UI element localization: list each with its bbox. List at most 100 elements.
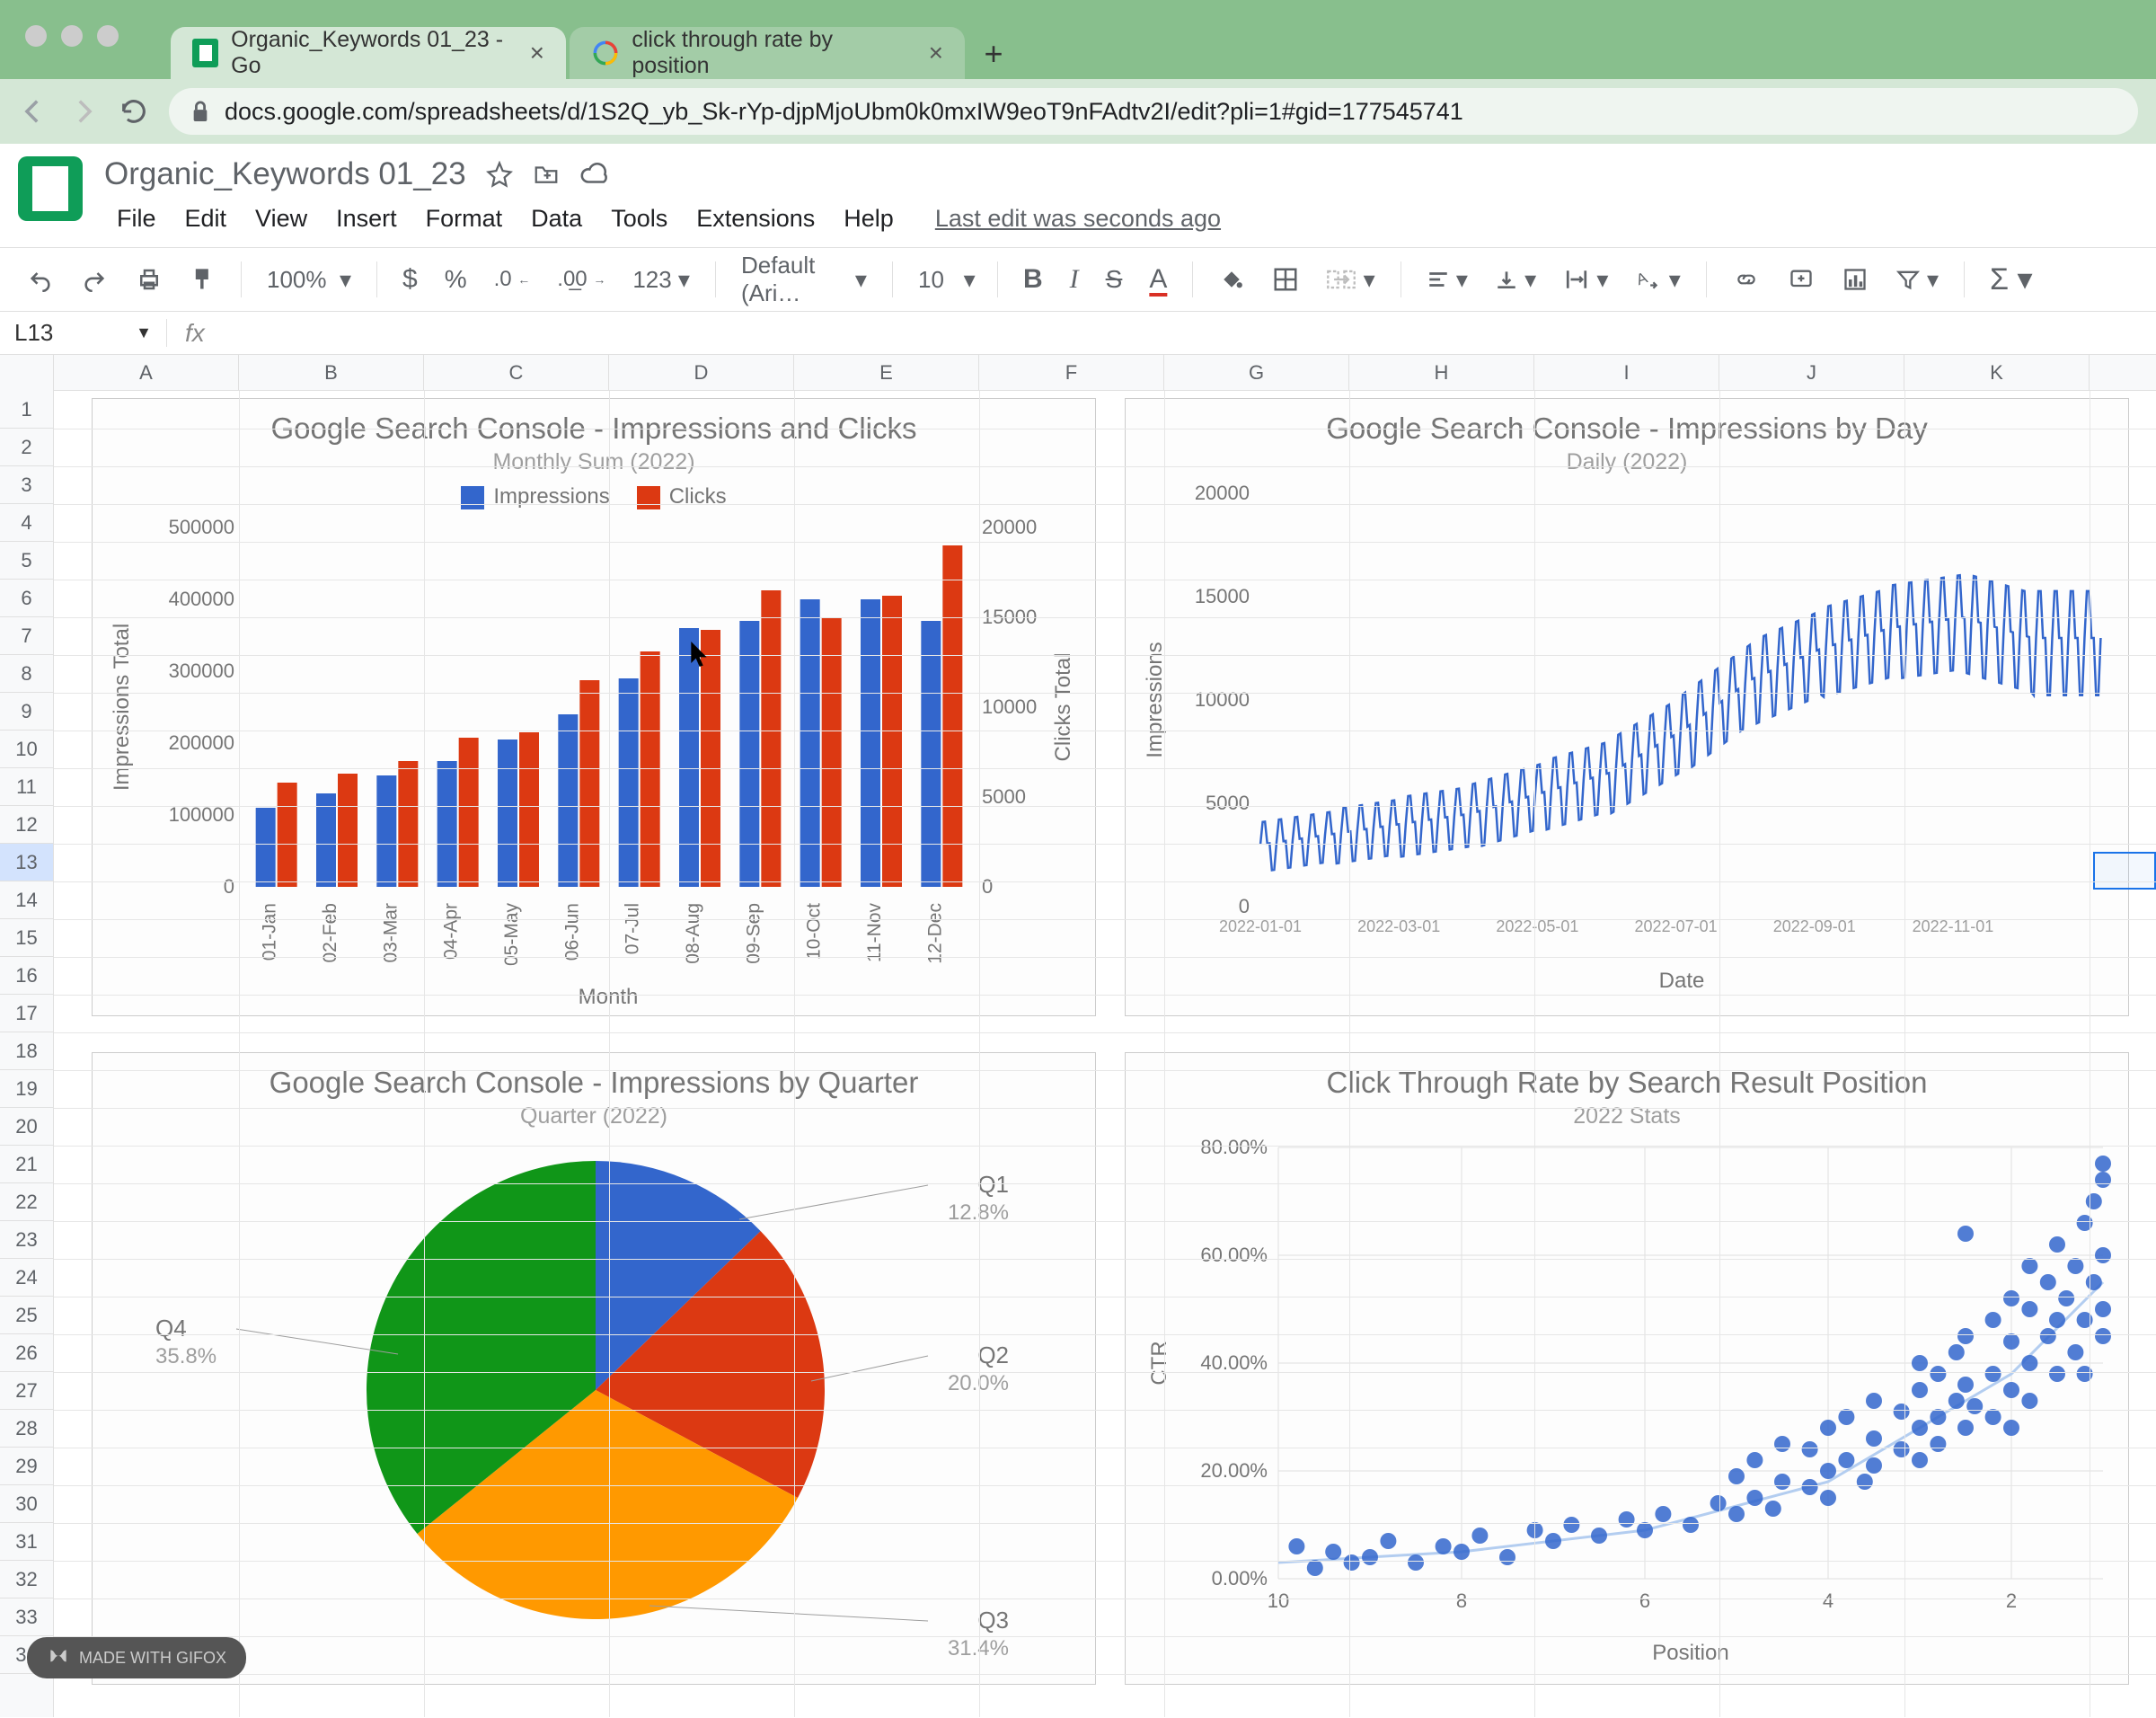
row-header[interactable]: 3 xyxy=(0,466,53,504)
print-button[interactable] xyxy=(126,259,172,300)
increase-decimal-button[interactable]: .0̲0 → xyxy=(548,260,614,299)
text-wrap-button[interactable]: ▾ xyxy=(1554,259,1617,301)
col-header-F[interactable]: F xyxy=(979,355,1164,390)
font-size-dropdown[interactable]: 10 ▾ xyxy=(909,259,981,301)
forward-button[interactable] xyxy=(68,96,99,127)
document-title[interactable]: Organic_Keywords 01_23 xyxy=(104,156,466,192)
menu-insert[interactable]: Insert xyxy=(323,199,410,238)
italic-button[interactable]: I xyxy=(1061,257,1088,302)
address-bar[interactable]: docs.google.com/spreadsheets/d/1S2Q_yb_S… xyxy=(169,88,2138,135)
row-header[interactable]: 31 xyxy=(0,1523,53,1561)
col-header-E[interactable]: E xyxy=(794,355,979,390)
menu-tools[interactable]: Tools xyxy=(598,199,680,238)
row-header[interactable]: 15 xyxy=(0,919,53,957)
redo-button[interactable] xyxy=(72,260,117,299)
close-tab-icon[interactable]: × xyxy=(530,39,544,67)
row-header[interactable]: 9 xyxy=(0,693,53,731)
col-header-K[interactable]: K xyxy=(1904,355,2090,390)
menu-edit[interactable]: Edit xyxy=(172,199,240,238)
chart-ctr-position[interactable]: Click Through Rate by Search Result Posi… xyxy=(1125,1052,2129,1685)
col-header-H[interactable]: H xyxy=(1349,355,1534,390)
back-button[interactable] xyxy=(18,96,49,127)
row-header[interactable]: 24 xyxy=(0,1259,53,1297)
text-rotation-button[interactable]: A ▾ xyxy=(1626,259,1689,301)
col-header-B[interactable]: B xyxy=(239,355,424,390)
new-tab-button[interactable]: + xyxy=(968,29,1019,79)
close-tab-icon[interactable]: × xyxy=(929,39,943,67)
row-header[interactable]: 6 xyxy=(0,580,53,617)
row-header[interactable]: 12 xyxy=(0,806,53,844)
minimize-window-icon[interactable] xyxy=(61,25,83,47)
row-header[interactable]: 33 xyxy=(0,1598,53,1636)
col-header-J[interactable]: J xyxy=(1719,355,1904,390)
merge-cells-button[interactable]: ▾ xyxy=(1317,259,1383,301)
row-header[interactable]: 28 xyxy=(0,1410,53,1448)
zoom-dropdown[interactable]: 100% ▾ xyxy=(258,259,360,301)
row-header[interactable]: 7 xyxy=(0,617,53,655)
chart-impressions-daily[interactable]: Google Search Console - Impressions by D… xyxy=(1125,398,2129,1016)
row-header[interactable]: 8 xyxy=(0,655,53,693)
filter-button[interactable]: ▾ xyxy=(1886,259,1948,301)
grid-body[interactable]: Google Search Console - Impressions and … xyxy=(54,391,2156,1717)
last-edit-link[interactable]: Last edit was seconds ago xyxy=(923,199,1233,238)
insert-chart-button[interactable] xyxy=(1833,260,1878,299)
row-header[interactable]: 30 xyxy=(0,1485,53,1523)
sheets-logo-icon[interactable] xyxy=(18,156,83,221)
menu-help[interactable]: Help xyxy=(831,199,906,238)
menu-file[interactable]: File xyxy=(104,199,169,238)
strikethrough-button[interactable]: S xyxy=(1097,258,1132,301)
row-header[interactable]: 10 xyxy=(0,731,53,768)
row-header[interactable]: 13 xyxy=(0,844,53,881)
row-header[interactable]: 22 xyxy=(0,1183,53,1221)
bold-button[interactable]: B xyxy=(1014,257,1052,302)
browser-tab-inactive[interactable]: click through rate by position × xyxy=(570,27,965,79)
paint-format-button[interactable] xyxy=(181,259,225,300)
close-window-icon[interactable] xyxy=(25,25,47,47)
vertical-align-button[interactable]: ▾ xyxy=(1486,259,1545,301)
maximize-window-icon[interactable] xyxy=(97,25,119,47)
menu-extensions[interactable]: Extensions xyxy=(684,199,827,238)
row-header[interactable]: 19 xyxy=(0,1070,53,1108)
insert-link-button[interactable] xyxy=(1723,261,1770,298)
reload-button[interactable] xyxy=(119,96,149,127)
name-box[interactable]: L13▼ xyxy=(0,319,167,347)
row-header[interactable]: 32 xyxy=(0,1561,53,1598)
functions-button[interactable]: Σ ▾ xyxy=(1981,254,2042,305)
row-header[interactable]: 27 xyxy=(0,1372,53,1410)
cloud-status-icon[interactable] xyxy=(579,161,610,188)
chart-impressions-clicks[interactable]: Google Search Console - Impressions and … xyxy=(92,398,1096,1016)
row-header[interactable]: 25 xyxy=(0,1297,53,1334)
row-header[interactable]: 17 xyxy=(0,995,53,1032)
browser-tab-active[interactable]: Organic_Keywords 01_23 - Go × xyxy=(171,27,566,79)
col-header-I[interactable]: I xyxy=(1534,355,1719,390)
horizontal-align-button[interactable]: ▾ xyxy=(1418,259,1477,301)
row-header[interactable]: 26 xyxy=(0,1334,53,1372)
row-header[interactable]: 1 xyxy=(0,391,53,429)
borders-button[interactable] xyxy=(1263,259,1308,300)
fill-color-button[interactable] xyxy=(1209,259,1254,300)
undo-button[interactable] xyxy=(18,260,63,299)
row-header[interactable]: 20 xyxy=(0,1108,53,1146)
col-header-A[interactable]: A xyxy=(54,355,239,390)
menu-format[interactable]: Format xyxy=(413,199,516,238)
row-header[interactable]: 14 xyxy=(0,881,53,919)
row-header[interactable]: 11 xyxy=(0,768,53,806)
row-header[interactable]: 5 xyxy=(0,542,53,580)
chart-impressions-quarter[interactable]: Google Search Console - Impressions by Q… xyxy=(92,1052,1096,1685)
row-header[interactable]: 16 xyxy=(0,957,53,995)
row-header[interactable]: 18 xyxy=(0,1032,53,1070)
currency-button[interactable]: $ xyxy=(393,257,427,302)
number-format-dropdown[interactable]: 123 ▾ xyxy=(623,259,699,301)
percent-button[interactable]: % xyxy=(436,258,476,301)
row-header[interactable]: 21 xyxy=(0,1146,53,1183)
menu-data[interactable]: Data xyxy=(518,199,595,238)
col-header-G[interactable]: G xyxy=(1164,355,1349,390)
row-header[interactable]: 2 xyxy=(0,429,53,466)
decrease-decimal-button[interactable]: .0 ← xyxy=(485,260,540,299)
col-header-C[interactable]: C xyxy=(424,355,609,390)
col-header-D[interactable]: D xyxy=(609,355,794,390)
row-header[interactable]: 4 xyxy=(0,504,53,542)
row-header[interactable]: 23 xyxy=(0,1221,53,1259)
insert-comment-button[interactable] xyxy=(1779,260,1824,299)
menu-view[interactable]: View xyxy=(243,199,320,238)
